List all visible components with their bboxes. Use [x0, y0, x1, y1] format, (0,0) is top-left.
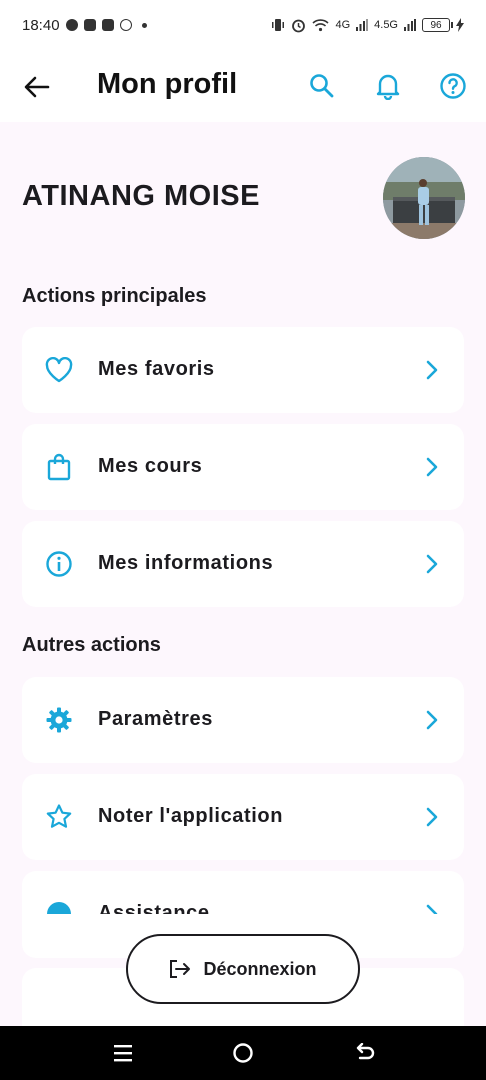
charging-icon	[456, 18, 464, 32]
help-icon	[440, 73, 466, 99]
chevron-right-icon	[422, 709, 442, 731]
settings-label: Paramètres	[98, 708, 213, 730]
logout-button[interactable]: Déconnexion	[126, 934, 360, 1004]
bell-icon	[376, 74, 400, 100]
courses-label: Mes cours	[98, 455, 203, 477]
network-label-1: 4G	[335, 19, 351, 31]
back-arrow-icon	[356, 1043, 375, 1060]
rate-app-label: Noter l'application	[98, 805, 284, 827]
page-title: Mon profil	[97, 68, 238, 100]
back-system-button[interactable]	[352, 1040, 378, 1066]
favorites-label: Mes favoris	[98, 358, 215, 380]
star-icon	[45, 803, 73, 831]
shopping-bag-icon	[45, 453, 73, 481]
home-circle-icon	[233, 1043, 253, 1063]
chat-icon	[83, 19, 96, 31]
whatsapp-icon	[119, 19, 132, 31]
courses-button[interactable]: Mes cours	[22, 424, 464, 510]
battery-indicator: 96	[422, 18, 453, 32]
help-circle-icon	[45, 900, 73, 914]
messenger-icon	[65, 19, 78, 31]
help-button[interactable]	[437, 70, 469, 102]
favorites-button[interactable]: Mes favoris	[22, 327, 464, 413]
section-title-main: Actions principales	[22, 285, 207, 307]
chevron-right-icon	[422, 359, 442, 381]
system-nav-bar	[0, 1026, 486, 1080]
recents-button[interactable]	[110, 1040, 136, 1066]
game-icon	[101, 19, 114, 31]
profile-name: ATINANG MOISE	[22, 180, 260, 212]
rate-app-button[interactable]: Noter l'application	[22, 774, 464, 860]
app-bar: Mon profil	[0, 50, 486, 122]
logout-label: Déconnexion	[203, 958, 317, 979]
arrow-left-icon	[24, 76, 50, 98]
back-button[interactable]	[22, 72, 52, 102]
settings-button[interactable]: Paramètres	[22, 677, 464, 763]
gear-icon	[45, 706, 73, 734]
chevron-right-icon	[422, 806, 442, 828]
notifications-button[interactable]	[372, 70, 404, 102]
assistance-button[interactable]: Assistance	[22, 871, 464, 914]
home-button[interactable]	[230, 1040, 256, 1066]
assistance-label: Assistance	[98, 902, 210, 914]
vibrate-icon	[272, 19, 285, 31]
network-label-2: 4.5G	[374, 19, 398, 31]
status-time: 18:40	[22, 16, 60, 34]
info-icon	[45, 550, 73, 578]
more-notifications-icon	[141, 22, 147, 28]
heart-icon	[45, 356, 73, 384]
avatar[interactable]	[383, 157, 465, 239]
chevron-right-icon	[422, 456, 442, 478]
logout-icon	[170, 960, 191, 978]
wifi-icon	[312, 19, 329, 32]
chevron-right-icon	[422, 903, 442, 914]
status-bar: 18:40 4G 4.5G 96	[0, 0, 486, 50]
information-label: Mes informations	[98, 552, 274, 574]
signal-icon-2	[404, 19, 416, 31]
avatar-photo	[383, 157, 465, 239]
search-icon	[310, 74, 334, 98]
signal-icon	[356, 19, 369, 31]
menu-lines-icon	[114, 1045, 132, 1062]
information-button[interactable]: Mes informations	[22, 521, 464, 607]
chevron-right-icon	[422, 553, 442, 575]
section-title-other: Autres actions	[22, 634, 161, 656]
alarm-icon	[292, 19, 306, 32]
search-button[interactable]	[306, 70, 338, 102]
